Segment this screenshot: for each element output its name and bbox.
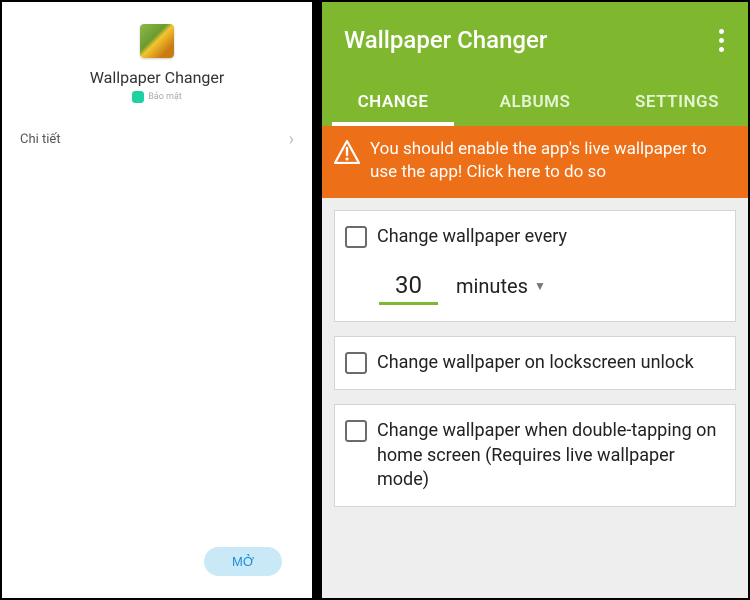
- screenshot-frame: Wallpaper Changer Bảo mật Chi tiết › MỞ …: [0, 0, 750, 600]
- enable-wallpaper-banner[interactable]: You should enable the app's live wallpap…: [322, 126, 748, 198]
- checkbox-doubletap[interactable]: [345, 420, 367, 442]
- badge-label: Bảo mật: [148, 92, 182, 102]
- details-label: Chi tiết: [20, 132, 61, 147]
- app-bar-title: Wallpaper Changer: [344, 26, 547, 54]
- shield-icon: [132, 91, 144, 103]
- interval-unit-label: minutes: [456, 274, 528, 298]
- caret-down-icon: ▼: [534, 279, 546, 293]
- warning-icon: [334, 140, 360, 168]
- label-change-every: Change wallpaper every: [377, 225, 567, 249]
- app-icon: [140, 24, 174, 58]
- store-app-title: Wallpaper Changer: [2, 68, 312, 87]
- interval-value-input[interactable]: 30: [379, 271, 438, 305]
- option-doubletap: Change wallpaper when double-tapping on …: [334, 404, 736, 507]
- label-doubletap: Change wallpaper when double-tapping on …: [377, 419, 723, 492]
- interval-unit-dropdown[interactable]: minutes ▼: [456, 274, 546, 298]
- app-bar: Wallpaper Changer: [322, 2, 748, 78]
- label-lockscreen: Change wallpaper on lockscreen unlock: [377, 351, 694, 375]
- open-button[interactable]: MỞ: [204, 547, 282, 576]
- option-change-every: Change wallpaper every 30 minutes ▼: [334, 210, 736, 322]
- tab-bar: CHANGE ALBUMS SETTINGS: [322, 78, 748, 126]
- banner-text: You should enable the app's live wallpap…: [370, 138, 734, 184]
- interval-control: 30 minutes ▼: [379, 271, 546, 305]
- app-pane: Wallpaper Changer CHANGE ALBUMS SETTINGS…: [312, 2, 748, 598]
- details-row[interactable]: Chi tiết ›: [2, 113, 312, 166]
- app-icon-container: [2, 24, 312, 58]
- chevron-right-icon: ›: [289, 129, 294, 150]
- options-list: Change wallpaper every 30 minutes ▼ Chan…: [322, 198, 748, 598]
- option-lockscreen: Change wallpaper on lockscreen unlock: [334, 336, 736, 390]
- store-pane: Wallpaper Changer Bảo mật Chi tiết › MỞ: [2, 2, 312, 598]
- tab-change[interactable]: CHANGE: [322, 78, 464, 126]
- security-badge: Bảo mật: [2, 91, 312, 103]
- tab-settings[interactable]: SETTINGS: [606, 78, 748, 126]
- tab-albums[interactable]: ALBUMS: [464, 78, 606, 126]
- checkbox-change-every[interactable]: [345, 226, 367, 248]
- overflow-menu-icon[interactable]: [713, 23, 730, 58]
- checkbox-lockscreen[interactable]: [345, 352, 367, 374]
